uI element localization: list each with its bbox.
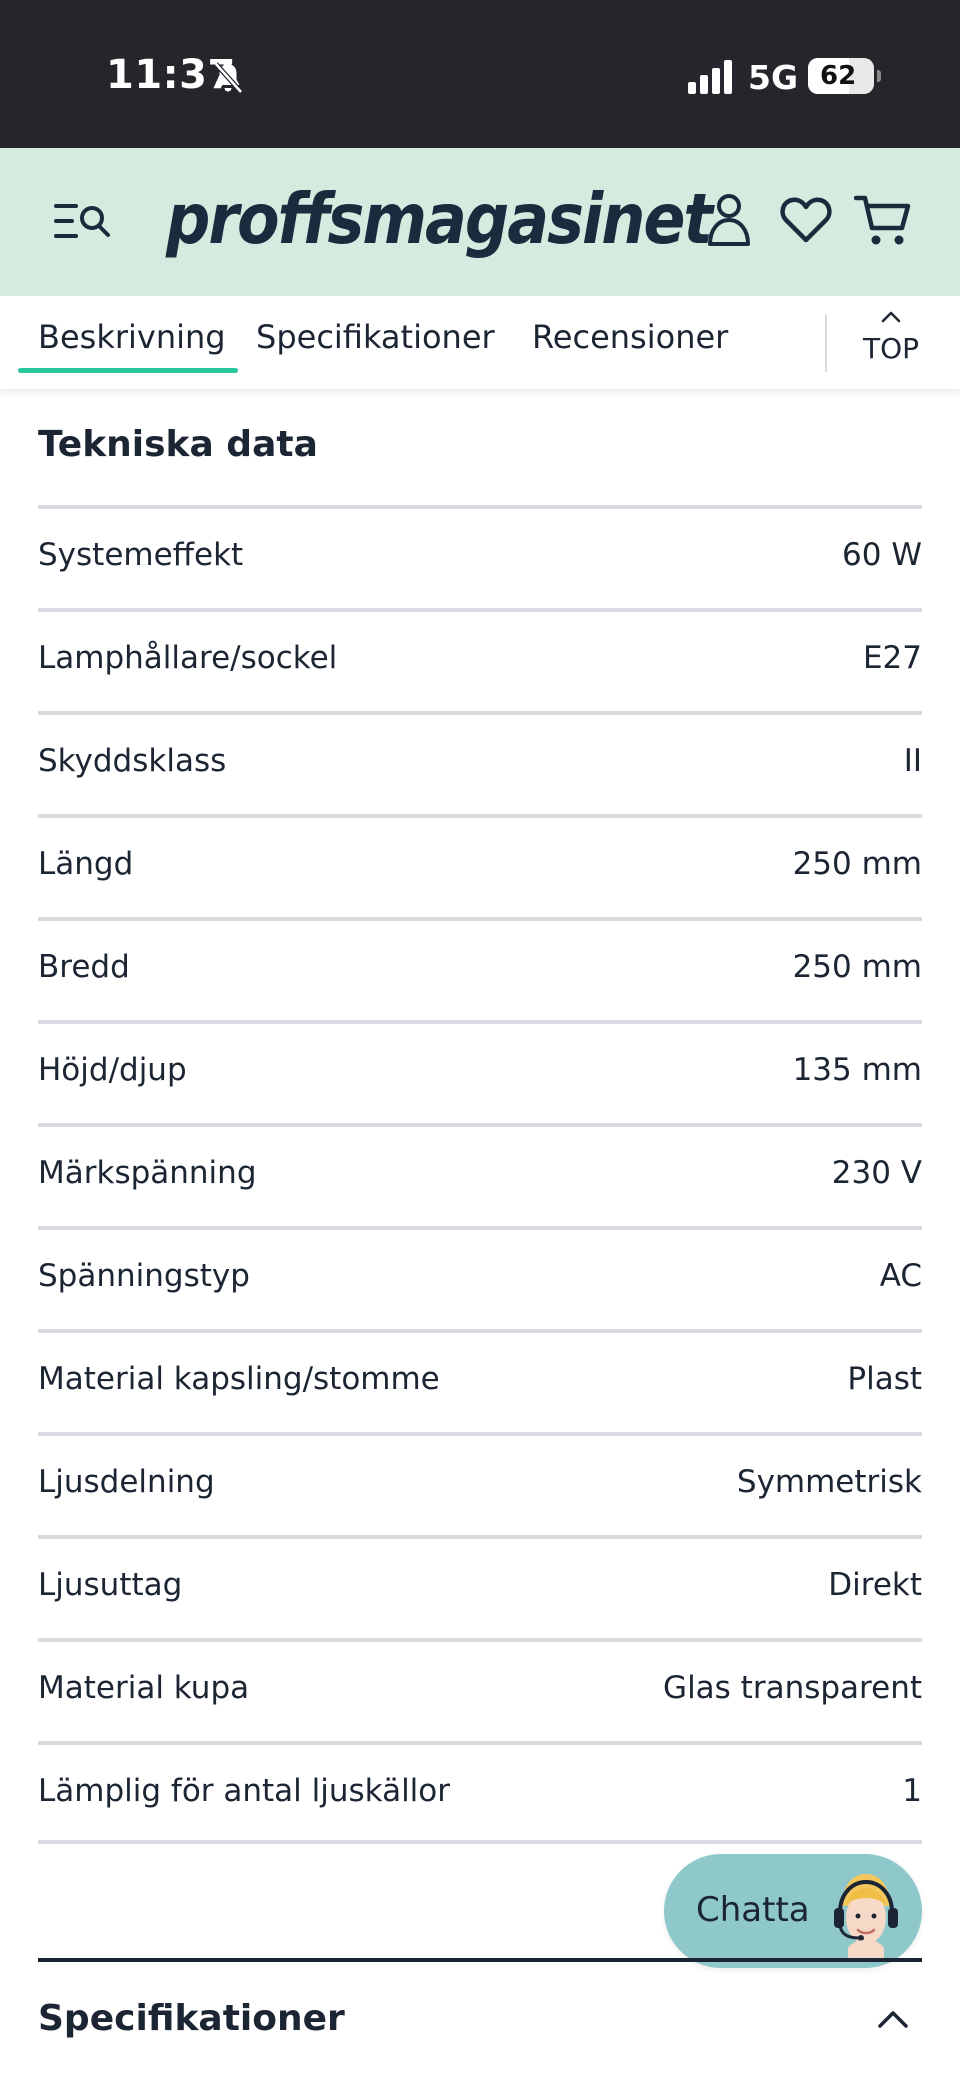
status-bar: 11:37 5G 62 xyxy=(0,0,960,148)
spec-label: Systemeffekt xyxy=(38,537,244,573)
table-row: Längd 250 mm xyxy=(38,814,922,917)
table-row: Systemeffekt 60 W xyxy=(38,505,922,608)
table-row: Lamphållare/sockel E27 xyxy=(38,608,922,711)
table-row: Märkspänning 230 V xyxy=(38,1123,922,1226)
tabs-divider xyxy=(825,314,827,372)
menu-search-icon[interactable] xyxy=(54,198,112,244)
chat-button[interactable]: Chatta xyxy=(664,1854,922,1968)
chevron-up-icon xyxy=(881,311,901,323)
table-row: Material kupa Glas transparent xyxy=(38,1638,922,1741)
spec-value: II xyxy=(903,743,922,779)
spec-label: Lamphållare/sockel xyxy=(38,640,338,676)
spec-label: Skyddsklass xyxy=(38,743,227,779)
tab-beskrivning[interactable]: Beskrivning xyxy=(38,318,226,356)
spec-value: Glas transparent xyxy=(663,1670,922,1706)
user-icon[interactable] xyxy=(706,192,752,248)
table-row: Spänningstyp AC xyxy=(38,1226,922,1329)
scroll-top-label: TOP xyxy=(862,332,920,365)
signal-icon xyxy=(688,60,732,94)
spec-label: Märkspänning xyxy=(38,1155,257,1191)
heart-icon[interactable] xyxy=(780,196,832,244)
product-tabs: Beskrivning Specifikationer Recensioner … xyxy=(0,296,960,390)
section-title-tekniska-data: Tekniska data xyxy=(38,424,318,465)
section-divider xyxy=(38,1958,922,1962)
spec-value: AC xyxy=(879,1258,922,1294)
bell-muted-icon xyxy=(214,62,243,94)
brand-logo[interactable]: proffsmagasinet xyxy=(166,178,713,260)
table-row: Höjd/djup 135 mm xyxy=(38,1020,922,1123)
active-tab-indicator xyxy=(18,368,238,373)
spec-label: Bredd xyxy=(38,949,130,985)
table-row: Material kapsling/stomme Plast xyxy=(38,1329,922,1432)
site-header: proffsmagasinet xyxy=(0,148,960,296)
spec-value: 135 mm xyxy=(792,1052,922,1088)
battery-label: 62 xyxy=(820,61,857,91)
spec-label: Material kupa xyxy=(38,1670,250,1706)
spec-label: Höjd/djup xyxy=(38,1052,187,1088)
spec-label: Ljusuttag xyxy=(38,1567,183,1603)
table-row: Lämplig för antal ljuskällor 1 xyxy=(38,1741,922,1844)
spec-value: 60 W xyxy=(842,537,922,573)
battery-icon: 62 xyxy=(808,58,881,94)
spec-label: Material kapsling/stomme xyxy=(38,1361,440,1397)
spec-value: Direkt xyxy=(828,1567,922,1603)
table-row: Ljusdelning Symmetrisk xyxy=(38,1432,922,1535)
spec-value: 1 xyxy=(902,1773,922,1809)
spec-value: 250 mm xyxy=(792,846,922,882)
spec-label: Längd xyxy=(38,846,134,882)
tab-specifikationer[interactable]: Specifikationer xyxy=(256,318,495,356)
chevron-up-icon[interactable] xyxy=(876,2008,910,2030)
spec-value: E27 xyxy=(862,640,922,676)
table-row: Bredd 250 mm xyxy=(38,917,922,1020)
section-title-specifikationer[interactable]: Specifikationer xyxy=(38,1998,345,2039)
spec-table: Systemeffekt 60 W Lamphållare/sockel E27 Sky… xyxy=(38,505,922,1844)
spec-label: Lämplig för antal ljuskällor xyxy=(38,1773,451,1809)
spec-label: Spänningstyp xyxy=(38,1258,250,1294)
scroll-top-button[interactable]: TOP xyxy=(856,310,926,374)
cart-icon[interactable] xyxy=(854,194,912,248)
network-label: 5G xyxy=(748,58,799,97)
table-row: Ljusuttag Direkt xyxy=(38,1535,922,1638)
tab-recensioner[interactable]: Recensioner xyxy=(532,318,728,356)
table-row: Skyddsklass II xyxy=(38,711,922,814)
spec-value: Symmetrisk xyxy=(736,1464,922,1500)
spec-label: Ljusdelning xyxy=(38,1464,215,1500)
support-agent-avatar-icon xyxy=(834,1874,898,1960)
spec-value: 250 mm xyxy=(792,949,922,985)
spec-value: Plast xyxy=(847,1361,922,1397)
spec-value: 230 V xyxy=(831,1155,922,1191)
chat-label: Chatta xyxy=(696,1890,810,1930)
